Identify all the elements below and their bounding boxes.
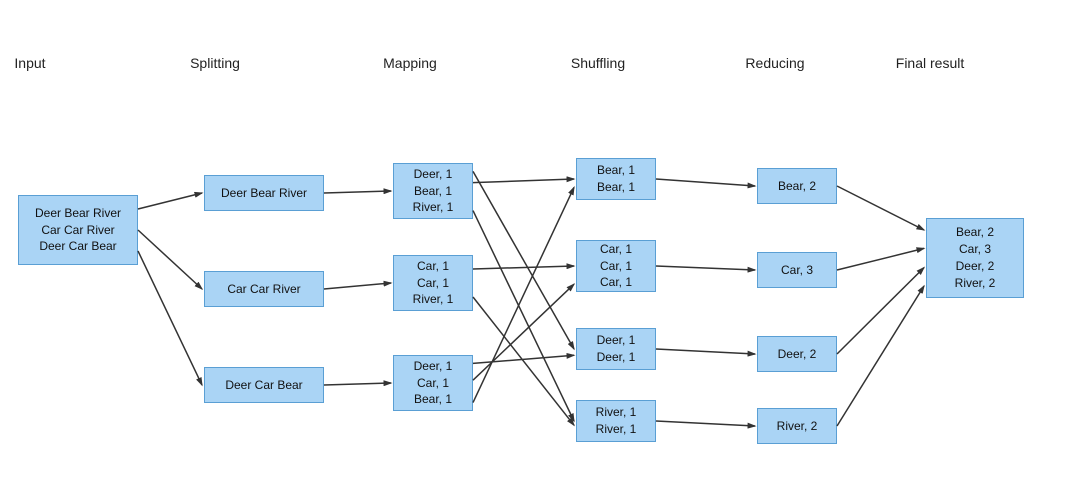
node-shuf2: Car, 1 Car, 1 Car, 1 [576, 240, 656, 292]
node-red2: Car, 3 [757, 252, 837, 288]
node-map2: Car, 1 Car, 1 River, 1 [393, 255, 473, 311]
stage-label-input: Input [0, 55, 90, 71]
node-red1: Bear, 2 [757, 168, 837, 204]
stage-label-mapping: Mapping [350, 55, 470, 71]
node-map3: Deer, 1 Car, 1 Bear, 1 [393, 355, 473, 411]
node-split2: Car Car River [204, 271, 324, 307]
node-shuf1: Bear, 1 Bear, 1 [576, 158, 656, 200]
node-shuf4: River, 1 River, 1 [576, 400, 656, 442]
stage-label-shuffling: Shuffling [538, 55, 658, 71]
stage-label-reducing: Reducing [715, 55, 835, 71]
title [0, 0, 1077, 18]
node-split3: Deer Car Bear [204, 367, 324, 403]
node-split1: Deer Bear River [204, 175, 324, 211]
node-input: Deer Bear River Car Car River Deer Car B… [18, 195, 138, 265]
node-final: Bear, 2 Car, 3 Deer, 2 River, 2 [926, 218, 1024, 298]
node-map1: Deer, 1 Bear, 1 River, 1 [393, 163, 473, 219]
node-shuf3: Deer, 1 Deer, 1 [576, 328, 656, 370]
stage-label-splitting: Splitting [155, 55, 275, 71]
node-red3: Deer, 2 [757, 336, 837, 372]
node-red4: River, 2 [757, 408, 837, 444]
stage-label-final: Final result [870, 55, 990, 71]
